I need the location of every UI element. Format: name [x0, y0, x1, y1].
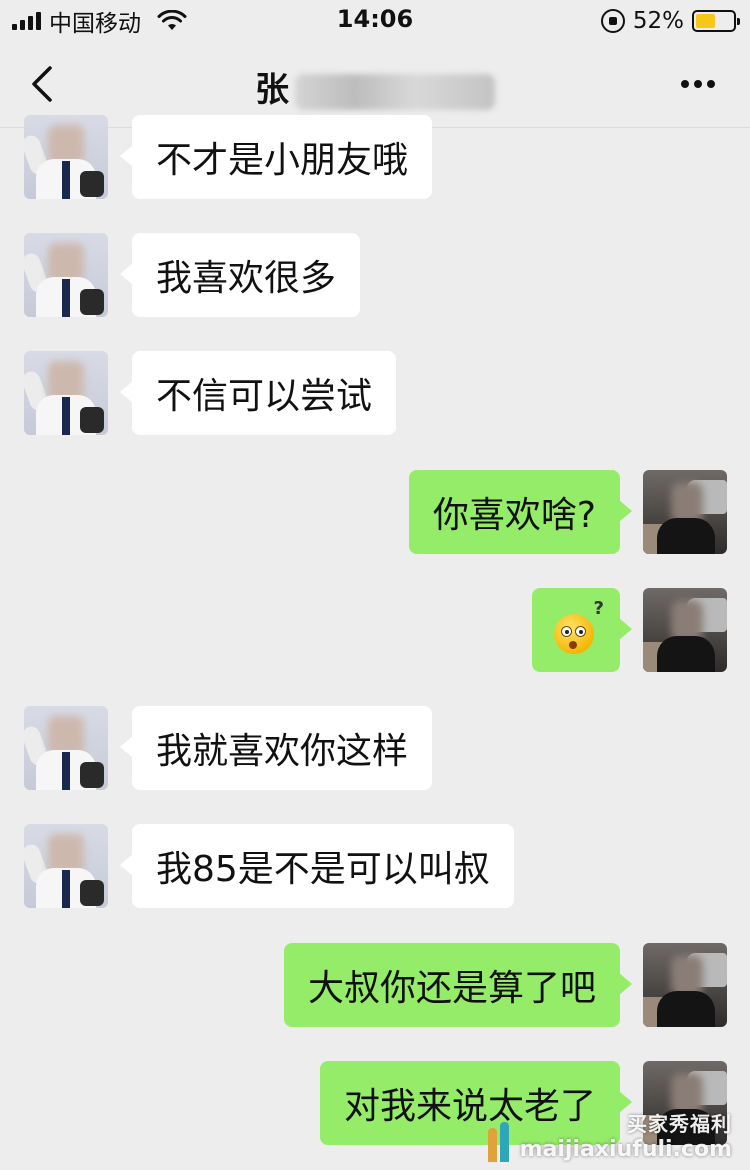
friend-avatar[interactable]: [24, 233, 108, 317]
message-bubble-received[interactable]: 我就喜欢你这样: [119, 706, 433, 790]
message-bubble-sent[interactable]: ?: [532, 588, 632, 672]
watermark-figures-icon: [487, 1118, 514, 1162]
battery-icon: [692, 10, 740, 32]
more-dots-icon: [681, 80, 689, 88]
chat-title: 张: [0, 62, 750, 111]
message-bubble-sent[interactable]: 大叔你还是算了吧: [283, 943, 633, 1027]
more-button[interactable]: [676, 62, 720, 106]
battery-percent: 52%: [632, 8, 684, 34]
message-bubble-sent[interactable]: 你喜欢啥?: [408, 470, 633, 554]
message-bubble-received[interactable]: 不才是小朋友哦: [119, 115, 433, 199]
message-bubble-received[interactable]: 我喜欢很多: [119, 233, 361, 317]
friend-avatar[interactable]: [24, 824, 108, 908]
friend-avatar[interactable]: [24, 115, 108, 199]
my-avatar[interactable]: [643, 588, 727, 672]
status-right: 52%: [600, 6, 740, 36]
friend-avatar[interactable]: [24, 706, 108, 790]
battery-fill: [696, 14, 715, 28]
friend-avatar[interactable]: [24, 351, 108, 435]
message-bubble-received[interactable]: 我85是不是可以叫叔: [120, 824, 514, 908]
watermark: 买家秀福利 maijiaxiufuli.com: [487, 1108, 732, 1162]
confused-face-emoji-icon: ?: [554, 598, 604, 654]
my-avatar[interactable]: [643, 943, 727, 1027]
title-blur: [295, 73, 495, 110]
message-bubble-received[interactable]: 不信可以尝试: [119, 351, 397, 435]
status-bar: 中国移动 14:06 52%: [0, 0, 750, 40]
watermark-line2: maijiaxiufuli.com: [519, 1137, 732, 1162]
chat-title-text: 张: [255, 70, 289, 110]
my-avatar[interactable]: [643, 470, 727, 554]
watermark-line1: 买家秀福利: [627, 1112, 732, 1136]
rotation-lock-icon: [600, 9, 625, 33]
